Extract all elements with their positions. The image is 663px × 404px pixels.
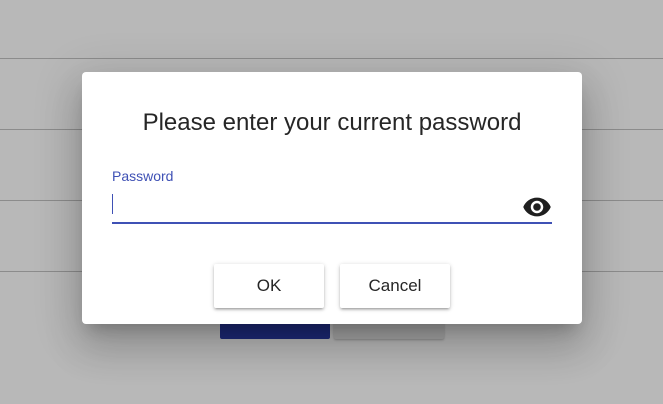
text-caret	[112, 194, 113, 214]
dialog-title: Please enter your current password	[142, 109, 522, 136]
password-field: Password	[112, 166, 552, 226]
password-input[interactable]	[112, 194, 512, 216]
cancel-button[interactable]: Cancel	[340, 264, 450, 308]
password-underline	[112, 222, 552, 224]
background-divider	[0, 58, 663, 59]
ok-button[interactable]: OK	[214, 264, 324, 308]
password-dialog: Please enter your current password Passw…	[82, 72, 582, 324]
password-label: Password	[112, 168, 174, 184]
eye-icon[interactable]	[522, 192, 552, 222]
dialog-actions: OK Cancel	[82, 264, 582, 310]
